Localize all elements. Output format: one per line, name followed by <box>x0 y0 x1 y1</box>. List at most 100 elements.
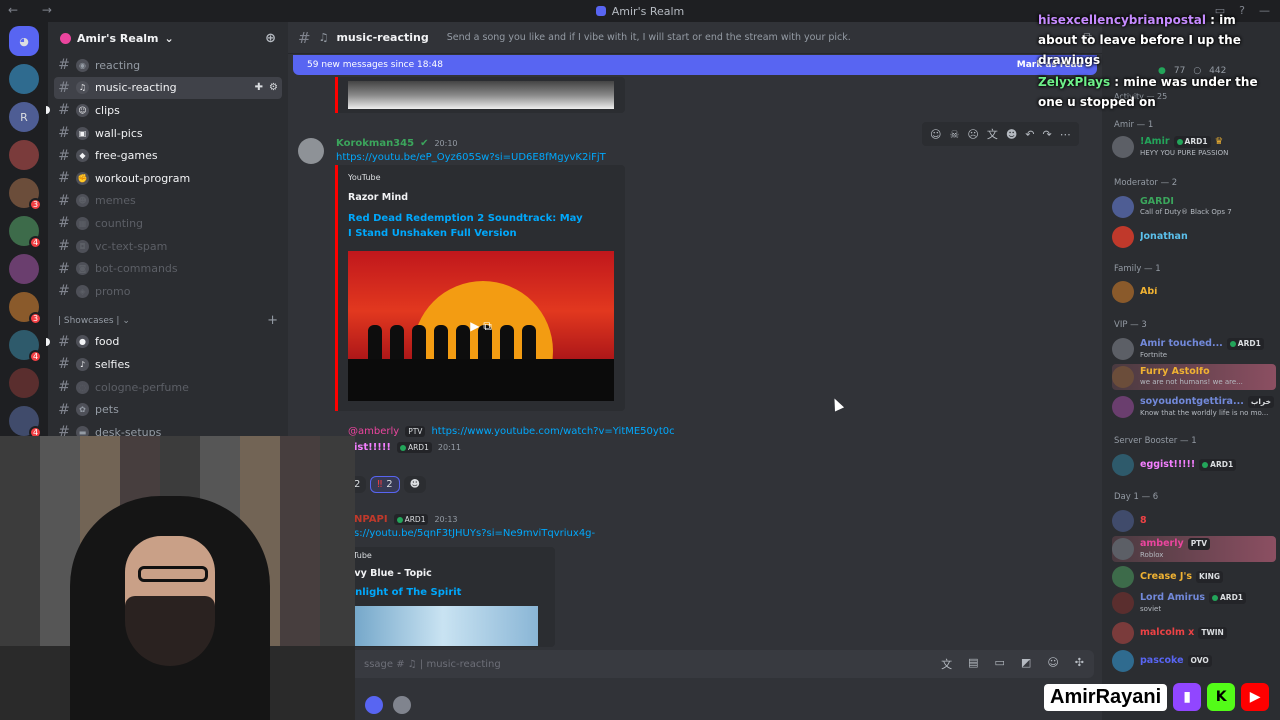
message-link[interactable]: https://youtu.be/eP_Oyz605Sw?si=UD6E8fMg… <box>336 152 606 163</box>
member-item[interactable]: Amir touched... ARD1 Fortnite <box>1112 336 1276 362</box>
server-header[interactable]: Amir's Realm ⌄ ⊕ <box>48 22 288 54</box>
new-messages-bar[interactable]: 59 new messages since 18:48 Mark as read <box>293 55 1097 75</box>
create-channel-icon[interactable]: + <box>267 313 278 328</box>
cry-reaction-icon[interactable]: ☹ <box>967 128 978 141</box>
embed-thumbnail[interactable] <box>348 81 614 109</box>
channel-item[interactable]: # ♪ selfies <box>48 353 288 376</box>
gear-icon[interactable]: ⚙ <box>269 82 278 93</box>
reply-icon[interactable]: ↶ <box>1025 128 1034 141</box>
member-item[interactable]: eggist!!!!! ARD1 <box>1112 452 1276 478</box>
server-icon[interactable] <box>9 254 39 284</box>
translate-icon[interactable]: 文 <box>987 126 998 142</box>
channel-item[interactable]: # ● food <box>46 331 288 354</box>
embed-title[interactable]: unlight of The Spirit <box>348 587 545 598</box>
channel-item[interactable]: # ◆ free-games <box>48 144 288 167</box>
add-reaction-icon[interactable]: ☻ <box>1006 128 1017 141</box>
member-item[interactable]: 8 <box>1112 508 1276 534</box>
message-author[interactable]: Korokman345 <box>336 138 414 149</box>
settings-taskbar-icon[interactable] <box>393 696 411 714</box>
embed-thumbnail[interactable] <box>348 606 538 646</box>
verified-icon: ✔ <box>420 138 429 149</box>
server-icon[interactable] <box>9 64 39 94</box>
apps-icon[interactable]: ✣ <box>1075 656 1084 672</box>
add-reaction-icon[interactable]: ☻ <box>403 476 427 493</box>
channel-item[interactable]: # ◙ bot-commands <box>48 257 288 280</box>
laugh-reaction-icon[interactable]: ☺ <box>930 128 941 141</box>
server-icon[interactable] <box>9 140 39 170</box>
avatar[interactable] <box>298 138 324 164</box>
member-item[interactable]: Lord Amirus ARD1 soviet <box>1112 590 1276 616</box>
invite-icon[interactable]: ⊕ <box>265 31 276 46</box>
server-icon[interactable]: 3 <box>9 292 42 325</box>
message-input[interactable]: ssage # ♫ | music-reacting 文 ▤ ▭ ◩ ☺ ✣ <box>304 650 1094 678</box>
member-item[interactable]: Furry Astolfo we are not humans! we are..… <box>1112 364 1276 390</box>
reply-author[interactable]: @amberly <box>348 426 399 437</box>
member-item[interactable]: malcolm x TWIN <box>1112 620 1276 646</box>
channel-topic[interactable]: Send a song you like and if I vibe with … <box>447 32 851 43</box>
laugh-emoji-icon: ☺ <box>76 103 89 117</box>
channel-item[interactable]: # ◌ cologne-perfume <box>48 376 288 399</box>
history-nav[interactable]: ← → <box>8 3 62 17</box>
member-item[interactable]: pascoke OVO <box>1112 648 1276 674</box>
reaction-pill[interactable]: ‼ 2 <box>370 476 400 493</box>
member-item[interactable]: GARDI Call of Duty® Black Ops 7 <box>1112 194 1276 220</box>
server-icon[interactable]: 4 <box>9 406 42 439</box>
face-emoji-icon: ☻ <box>76 194 89 208</box>
member-item[interactable]: Jonathan <box>1112 224 1276 250</box>
mention-badge: 4 <box>29 236 42 249</box>
add-member-icon[interactable]: ✚ <box>255 82 263 93</box>
skull-reaction-icon[interactable]: ☠ <box>949 128 959 141</box>
embed-author[interactable]: avy Blue - Topic <box>348 568 545 579</box>
more-options-icon[interactable]: ⋯ <box>1060 128 1071 141</box>
member-item[interactable]: Abí <box>1112 279 1276 305</box>
reply-link[interactable]: https://www.youtube.com/watch?v=YitME50y… <box>431 426 674 437</box>
member-group-label: Amir — 1 <box>1114 120 1154 130</box>
channel-item[interactable]: # ▣ wall-pics <box>48 122 288 145</box>
avatar <box>1112 136 1134 158</box>
server-icon[interactable] <box>9 368 39 398</box>
embed-provider: YouTube <box>348 173 381 182</box>
member-item[interactable]: !Amir ARD1 ♛ HEYY YOU PURE PASSION <box>1112 134 1276 160</box>
server-icon[interactable]: 4 <box>9 330 42 363</box>
channel-item[interactable]: # ✿ pets <box>48 398 288 421</box>
gift-icon[interactable]: ▤ <box>968 656 978 672</box>
channel-item[interactable]: # ◈ promo <box>48 280 288 303</box>
gif-icon[interactable]: ▭ <box>995 656 1005 672</box>
channel-category[interactable]: | Showcases | ⌄ + <box>48 311 288 331</box>
embed-title[interactable]: Red Dead Redemption 2 Soundtrack: May I … <box>348 211 588 241</box>
avatar <box>1112 396 1134 418</box>
channel-item[interactable]: # ◉ reacting <box>48 54 288 77</box>
sticker-icon[interactable]: ◩ <box>1021 656 1031 672</box>
chevron-down-icon: ⌄ <box>164 31 174 45</box>
channel-item[interactable]: # ✊ workout-program <box>48 167 288 190</box>
channel-item[interactable]: # ☺ clips <box>46 99 288 122</box>
member-item[interactable]: soyoudontgettira... خراب Know that the wor… <box>1112 394 1276 420</box>
message-link[interactable]: s://youtu.be/5qnF3tJHUYs?si=Ne9mviTqvriu… <box>354 528 595 539</box>
message-author[interactable]: ist!!!!! <box>354 442 391 453</box>
member-item[interactable]: amberly PTV Roblox <box>1112 536 1276 562</box>
server-icon[interactable]: 4 <box>9 216 42 249</box>
channel-header: # ♫ music-reacting Send a song you like … <box>288 22 1102 54</box>
channel-item[interactable]: # ▦ counting <box>48 212 288 235</box>
channel-item[interactable]: # ◘ vc-text-spam <box>48 235 288 258</box>
mention-badge: 4 <box>29 350 42 363</box>
member-item[interactable]: Crease J's KING <box>1112 564 1276 590</box>
play-icon[interactable]: ▶ ⧉ <box>461 316 501 336</box>
unread-indicator <box>46 337 50 346</box>
server-icon[interactable]: R <box>9 102 39 132</box>
discord-taskbar-icon[interactable] <box>365 696 383 714</box>
forward-icon[interactable]: ↷ <box>1043 128 1052 141</box>
speaker-emoji-icon: ◘ <box>76 239 89 253</box>
chat-line: ZelyxPlays : mine was under the one u st… <box>1038 75 1258 109</box>
emoji-icon[interactable]: ☺ <box>1047 656 1058 672</box>
embed-video[interactable]: ▶ ⧉ <box>348 251 614 401</box>
channel-item-active[interactable]: # ♫ music-reacting ✚ ⚙ <box>54 76 282 100</box>
member-group-label: Moderator — 2 <box>1114 178 1178 188</box>
discord-home-icon[interactable]: ◕ <box>9 26 39 56</box>
server-icon[interactable]: 3 <box>9 178 42 211</box>
embed-author[interactable]: Razor Mind <box>348 192 615 203</box>
message-hover-toolbar: ☺ ☠ ☹ 文 ☻ ↶ ↷ ⋯ <box>922 122 1079 146</box>
message-author[interactable]: NPAPI <box>354 514 388 525</box>
translate-icon[interactable]: 文 <box>941 656 952 672</box>
channel-item[interactable]: # ☻ memes <box>48 190 288 213</box>
